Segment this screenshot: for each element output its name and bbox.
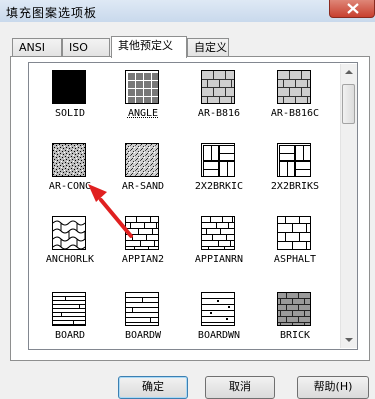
pattern-item-appian2[interactable]: APPIAN2 [107, 213, 179, 285]
pattern-label: ANCHORLK [45, 254, 95, 265]
pattern-label: BOARD [54, 330, 86, 341]
window-title: 填充图案选项板 [6, 6, 98, 20]
pattern-item-ar-conc[interactable]: AR-CONC [34, 140, 106, 212]
pattern-label: ANGLE [127, 108, 159, 119]
pattern-item-boardwn[interactable]: BOARDWN [183, 289, 255, 349]
concrete-swatch-icon [52, 143, 86, 177]
board-swatch-icon [125, 292, 159, 326]
pattern-label: BOARDWN [197, 330, 241, 341]
parquet-swatch-icon [277, 143, 311, 177]
pattern-label: APPIANRN [194, 254, 244, 265]
sand-swatch-icon [125, 143, 159, 177]
vertical-scrollbar[interactable] [340, 64, 357, 348]
scroll-down-icon [345, 338, 353, 342]
close-button[interactable] [329, 0, 375, 18]
parquet-swatch-icon [201, 143, 235, 177]
pattern-label: SOLID [54, 108, 86, 119]
pattern-item-asphalt[interactable]: ASPHALT [259, 213, 331, 285]
title-bar: 填充图案选项板 [0, 0, 375, 22]
pattern-item-ar-b816[interactable]: AR-B816 [183, 67, 255, 139]
pattern-item-2x2brkic[interactable]: 2X2BRKIC [183, 140, 255, 212]
pattern-label: APPIAN2 [121, 254, 165, 265]
pattern-label: AR-CONC [48, 181, 92, 192]
pattern-label: AR-B816C [270, 108, 320, 119]
pattern-label: AR-SAND [121, 181, 165, 192]
pattern-label: BOARDW [124, 330, 162, 341]
tab-ansi[interactable]: ANSI [12, 38, 62, 56]
pattern-item-appianrn[interactable]: APPIANRN [183, 213, 255, 285]
brick-swatch-icon [201, 216, 235, 250]
pattern-item-boardw[interactable]: BOARDW [107, 289, 179, 349]
brick-swatch-icon [277, 70, 311, 104]
pattern-item-2x2briks[interactable]: 2X2BRIKS [259, 140, 331, 212]
scroll-up-button[interactable] [341, 64, 357, 80]
asphalt-swatch-icon [277, 216, 311, 250]
brick-swatch-icon [201, 70, 235, 104]
close-icon [347, 3, 359, 14]
brick-swatch-icon [277, 292, 311, 326]
pattern-item-solid[interactable]: SOLID [34, 67, 106, 139]
pattern-label: AR-B816 [197, 108, 241, 119]
pattern-label: ASPHALT [273, 254, 317, 265]
board-swatch-icon [201, 292, 235, 326]
board-swatch-icon [52, 292, 86, 326]
scroll-up-icon [345, 70, 353, 74]
pattern-item-anchorlk[interactable]: ANCHORLK [34, 213, 106, 285]
pattern-label: BRICK [279, 330, 311, 341]
angle-swatch-icon [125, 70, 159, 104]
anchorlock-swatch-icon [52, 216, 86, 250]
pattern-item-ar-b816c[interactable]: AR-B816C [259, 67, 331, 139]
tab-iso[interactable]: ISO [62, 38, 110, 56]
help-button[interactable]: 帮助(H) [297, 376, 369, 399]
scrollbar-thumb[interactable] [342, 84, 355, 124]
pattern-item-brick[interactable]: BRICK [259, 289, 331, 349]
tab-custom[interactable]: 自定义 [187, 38, 229, 56]
pattern-item-board[interactable]: BOARD [34, 289, 106, 349]
pattern-label: 2X2BRIKS [270, 181, 320, 192]
pattern-label: 2X2BRKIC [194, 181, 244, 192]
scroll-down-button[interactable] [341, 332, 357, 348]
pattern-item-angle[interactable]: ANGLE [107, 67, 179, 139]
ok-button[interactable]: 确定 [118, 376, 188, 399]
brick-swatch-icon [125, 216, 159, 250]
pattern-list: SOLID ANGLE AR-B816 AR-B816C AR-CONC AR-… [28, 62, 358, 350]
pattern-item-ar-sand[interactable]: AR-SAND [107, 140, 179, 212]
solid-swatch-icon [52, 70, 86, 104]
cancel-button[interactable]: 取消 [205, 376, 275, 399]
tab-other-predefined[interactable]: 其他预定义 [111, 36, 187, 58]
